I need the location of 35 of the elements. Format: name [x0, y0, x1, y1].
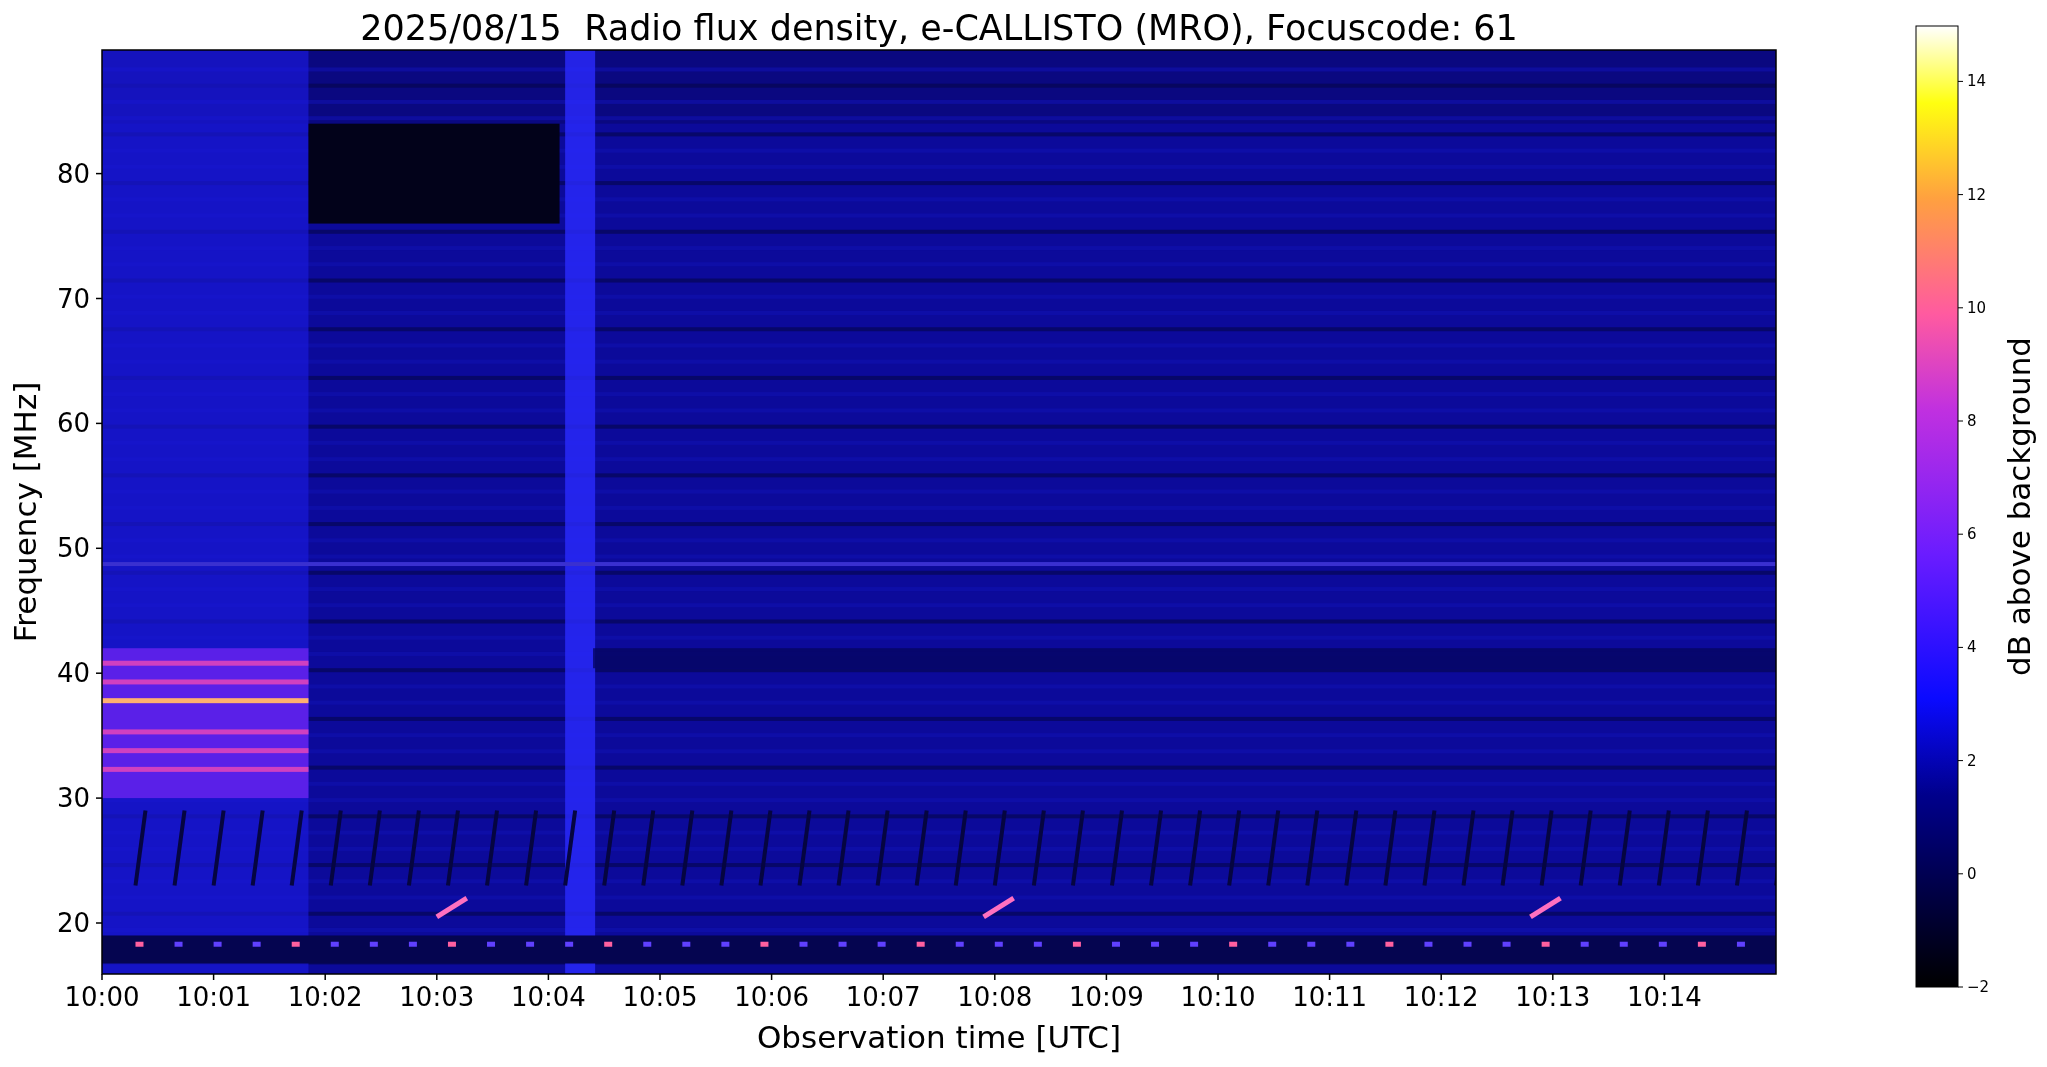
x-tick-label: 10:13: [1515, 982, 1591, 1012]
colorbar-tick-label: 2: [1967, 751, 1977, 770]
y-tick-label: 60: [56, 408, 90, 439]
x-tick-label: 10:08: [957, 982, 1033, 1012]
x-tick-label: 10:07: [845, 982, 921, 1012]
x-axis-label: Observation time [UTC]: [756, 1019, 1122, 1055]
x-tick-label: 10:06: [734, 982, 810, 1012]
colorbar-tick-label: 14: [1967, 72, 1987, 91]
colorbar-tick-label: −2: [1967, 978, 1990, 996]
y-tick-label: 30: [56, 783, 90, 814]
y-axis-label: Frequency [MHz]: [7, 381, 43, 643]
x-tick-label: 10:01: [176, 982, 252, 1012]
x-tick-label: 10:14: [1626, 982, 1702, 1012]
colorbar-tick-label: 12: [1967, 185, 1987, 204]
y-tick-label: 40: [56, 658, 90, 689]
x-tick-label: 10:03: [399, 982, 475, 1012]
y-tick-label: 20: [56, 908, 90, 938]
colorbar-tick-label: 8: [1967, 412, 1977, 430]
x-tick-label: 10:05: [622, 982, 698, 1012]
y-tick-label: 70: [56, 283, 90, 314]
x-tick-label: 10:09: [1068, 982, 1144, 1012]
chart-title: 2025/08/15 Radio flux density, e-CALLISTO (MRO), Focuscode: 61: [360, 8, 1518, 48]
x-tick-label: 10:02: [287, 982, 363, 1012]
x-tick-label: 10:10: [1180, 982, 1256, 1012]
x-tick-label: 10:00: [64, 982, 140, 1012]
colorbar-tick-label: 4: [1967, 638, 1977, 657]
colorbar-tick-label: 6: [1967, 525, 1977, 544]
colorbar-tick-label: 10: [1967, 298, 1987, 317]
x-tick-label: 10:11: [1292, 982, 1368, 1012]
y-tick-label: 50: [56, 533, 90, 564]
x-tick-label: 10:12: [1403, 982, 1479, 1012]
colorbar-tick-label: 0: [1967, 864, 1977, 883]
colorbar-label: dB above background: [2001, 336, 2037, 677]
x-tick-label: 10:04: [510, 982, 586, 1012]
y-tick-label: 80: [56, 158, 90, 189]
